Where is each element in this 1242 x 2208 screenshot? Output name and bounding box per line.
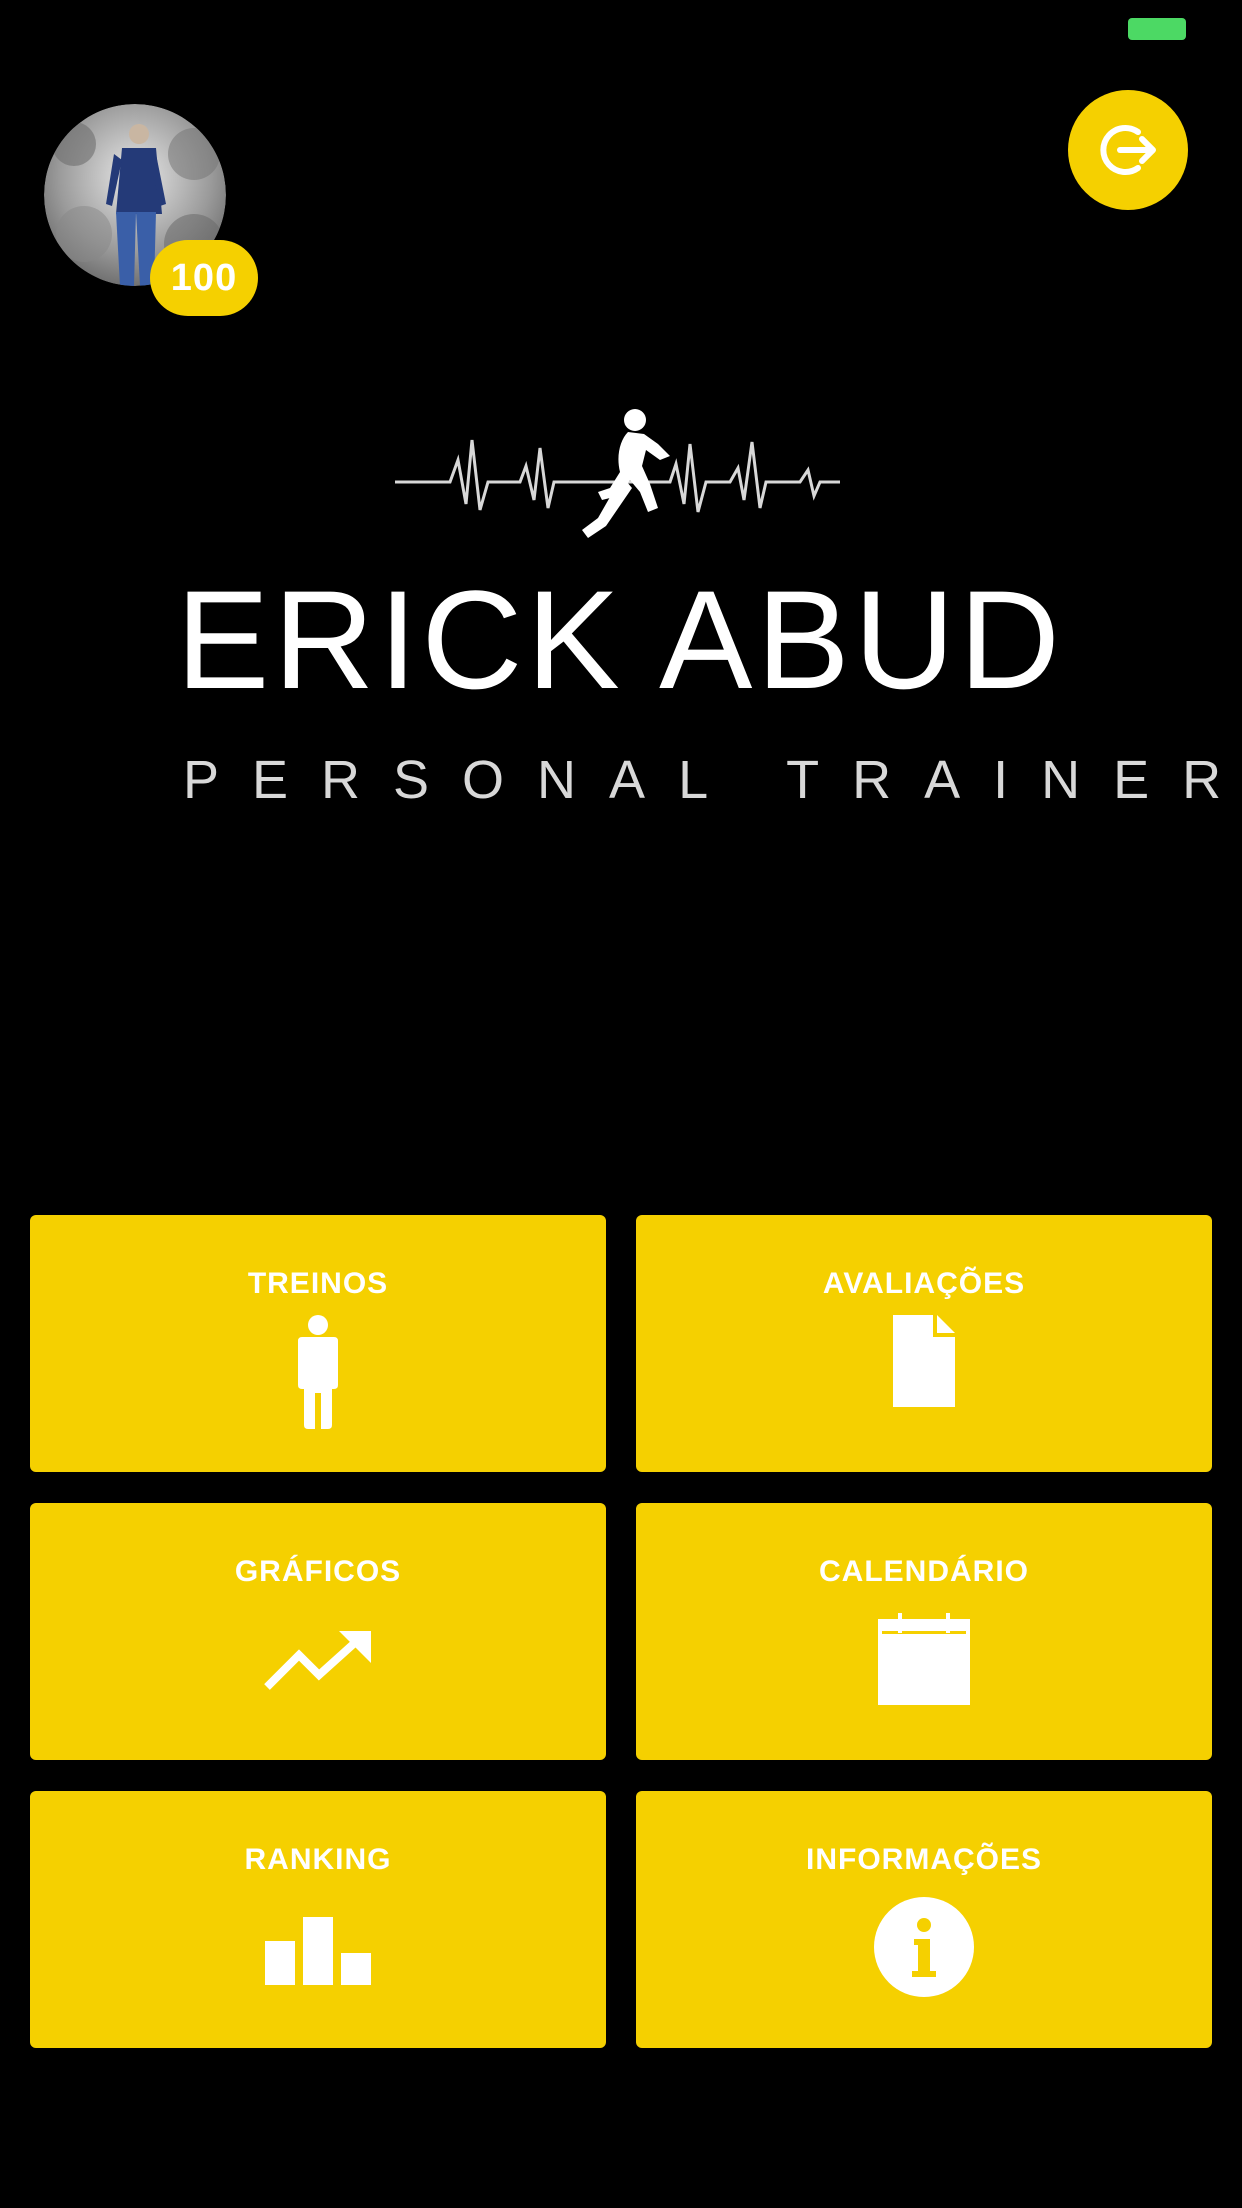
menu-tile-calendario[interactable]: CALENDÁRIO	[636, 1503, 1212, 1760]
menu-tile-label: GRÁFICOS	[234, 1555, 402, 1588]
bar-chart-icon	[265, 1917, 371, 1985]
menu-tile-label: CALENDÁRIO	[819, 1555, 1029, 1588]
menu-tile-label: INFORMAÇÕES	[806, 1843, 1042, 1876]
logo-name: ERICK ABUD	[176, 561, 1064, 718]
person-icon	[298, 1315, 338, 1429]
info-icon	[874, 1897, 974, 1997]
brand-logo: ERICK ABUD PERSONAL TRAINER	[150, 400, 1242, 820]
menu-tile-informacoes[interactable]: INFORMAÇÕES	[636, 1791, 1212, 2048]
menu-tile-treinos[interactable]: TREINOS	[30, 1215, 606, 1472]
logo-subtitle: PERSONAL TRAINER	[183, 750, 1242, 810]
profile-avatar-group[interactable]: 100	[44, 104, 258, 316]
menu-tile-label: TREINOS	[247, 1267, 389, 1300]
trending-up-icon	[264, 1631, 371, 1690]
menu-tile-avaliacoes[interactable]: AVALIAÇÕES	[636, 1215, 1212, 1472]
calendar-icon	[878, 1613, 970, 1705]
menu-tile-label: AVALIAÇÕES	[822, 1267, 1026, 1300]
menu-tile-label: RANKING	[244, 1843, 392, 1876]
logout-icon	[1100, 125, 1156, 175]
heartbeat-runner-icon	[395, 409, 840, 538]
menu-grid: TREINOS AVALIAÇÕES GRÁFICOS CALENDÁRIO R…	[30, 1215, 1212, 2048]
points-badge: 100	[150, 240, 258, 316]
menu-tile-ranking[interactable]: RANKING	[30, 1791, 606, 2048]
logout-button[interactable]	[1068, 90, 1188, 210]
menu-tile-graficos[interactable]: GRÁFICOS	[30, 1503, 606, 1760]
document-icon	[893, 1315, 955, 1407]
battery-indicator	[1128, 18, 1186, 40]
